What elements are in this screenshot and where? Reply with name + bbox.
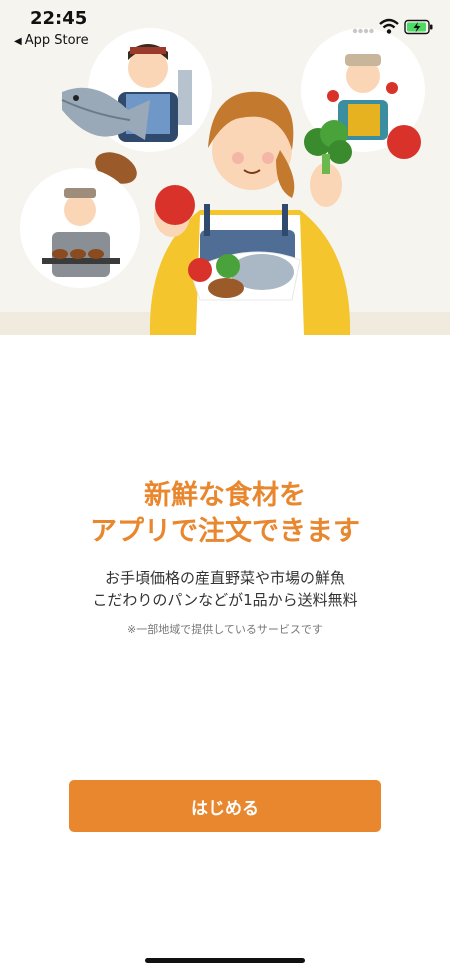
home-indicator[interactable]	[145, 958, 305, 963]
basket-produce-illustration	[188, 251, 301, 301]
tomato-illustration	[155, 185, 195, 225]
start-button[interactable]: はじめる	[69, 780, 381, 832]
back-to-app-store-link[interactable]: ◀ App Store	[14, 33, 89, 48]
back-label: App Store	[24, 33, 89, 48]
tomato-illustration	[387, 125, 421, 159]
broccoli-illustration	[304, 120, 352, 174]
service-area-note: ※一部地域で提供しているサービスです	[127, 623, 323, 636]
headline: 新鮮な食材を アプリで注文できます	[0, 478, 450, 550]
battery-charging-icon	[404, 19, 433, 35]
description-line-1: お手頃価格の産直野菜や市場の鮮魚	[104, 569, 345, 587]
baker-illustration	[20, 168, 140, 288]
wifi-icon	[379, 18, 399, 34]
status-bar: 22:45 ◀ App Store	[0, 0, 450, 56]
description: お手頃価格の産直野菜や市場の鮮魚 こだわりのパンなどが1品から送料無料	[0, 567, 450, 611]
headline-line-1: 新鮮な食材を	[144, 480, 306, 511]
headline-line-2: アプリで注文できます	[90, 516, 360, 547]
description-line-2: こだわりのパンなどが1品から送料無料	[92, 591, 358, 609]
status-time: 22:45	[30, 8, 88, 29]
back-arrow-icon: ◀	[14, 36, 22, 47]
signal-dots-icon	[352, 28, 374, 34]
